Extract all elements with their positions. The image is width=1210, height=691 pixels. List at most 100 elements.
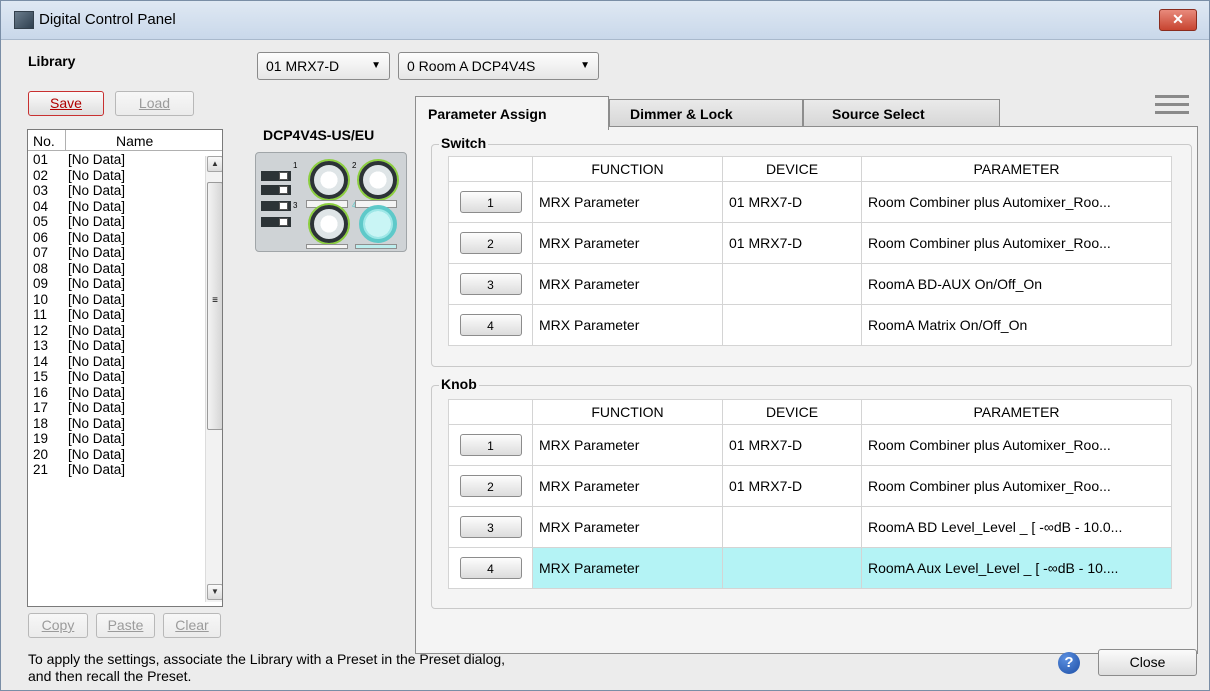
table-row[interactable]: 4 MRX Parameter RoomA Matrix On/Off_On [448, 304, 1172, 346]
parameter-cell[interactable]: Room Combiner plus Automixer_Roo... [861, 465, 1172, 507]
list-item[interactable]: 21 [No Data] [28, 462, 204, 477]
library-label: Library [28, 53, 76, 69]
function-cell[interactable]: MRX Parameter [532, 304, 723, 346]
list-item-name: [No Data] [68, 338, 126, 353]
device-cell[interactable] [722, 547, 862, 589]
list-item[interactable]: 12 [No Data] [28, 323, 204, 338]
panel-select[interactable]: 0 Room A DCP4V4S ▼ [398, 52, 599, 80]
table-row[interactable]: 2 MRX Parameter 01 MRX7-D Room Combiner plu… [448, 222, 1172, 264]
table-row[interactable]: 2 MRX Parameter 01 MRX7-D Room Combiner plu… [448, 465, 1172, 507]
list-item[interactable]: 13 [No Data] [28, 338, 204, 353]
parameter-cell[interactable]: Room Combiner plus Automixer_Roo... [861, 181, 1172, 223]
assign-button-4[interactable]: 4 [459, 314, 522, 336]
list-item[interactable]: 18 [No Data] [28, 416, 204, 431]
load-button[interactable]: Load [115, 91, 194, 116]
column-name[interactable]: Name [116, 133, 153, 149]
library-scrollbar[interactable]: ▲ ≡ ▼ [205, 156, 222, 602]
assign-button-2[interactable]: 2 [459, 232, 522, 254]
function-cell[interactable]: MRX Parameter [532, 506, 723, 548]
tab-dimmer-lock[interactable]: Dimmer & Lock [609, 99, 803, 127]
window-close-button[interactable]: ✕ [1159, 9, 1197, 31]
list-item[interactable]: 04 [No Data] [28, 199, 204, 214]
clear-button[interactable]: Clear [163, 613, 221, 638]
list-item[interactable]: 02 [No Data] [28, 168, 204, 183]
device-cell[interactable] [722, 304, 862, 346]
function-cell[interactable]: MRX Parameter [532, 222, 723, 264]
scroll-thumb[interactable]: ≡ [207, 182, 222, 430]
parameter-cell[interactable]: Room Combiner plus Automixer_Roo... [861, 222, 1172, 264]
help-icon[interactable]: ? [1058, 652, 1080, 674]
panel-label-3: 3 [293, 201, 298, 210]
list-item[interactable]: 19 [No Data] [28, 431, 204, 446]
list-item[interactable]: 07 [No Data] [28, 245, 204, 260]
app-icon [14, 11, 34, 29]
table-row[interactable]: 4 MRX Parameter RoomA Aux Level_Level _ [ … [448, 547, 1172, 589]
device-cell[interactable]: 01 MRX7-D [722, 222, 862, 264]
close-button[interactable]: Close [1098, 649, 1197, 676]
parameter-cell[interactable]: Room Combiner plus Automixer_Roo... [861, 424, 1172, 466]
list-item-no: 01 [33, 152, 49, 167]
header-parameter: PARAMETER [861, 156, 1172, 182]
device-cell[interactable]: 01 MRX7-D [722, 465, 862, 507]
device-model-label: DCP4V4S-US/EU [263, 127, 375, 143]
list-item[interactable]: 10 [No Data] [28, 292, 204, 307]
list-item[interactable]: 09 [No Data] [28, 276, 204, 291]
list-item-name: [No Data] [68, 260, 126, 276]
tab-parameter-assign[interactable]: Parameter Assign [415, 96, 609, 130]
list-item[interactable]: 20 [No Data] [28, 447, 204, 462]
column-no[interactable]: No. [33, 133, 55, 149]
function-cell[interactable]: MRX Parameter [532, 465, 723, 507]
function-cell[interactable]: MRX Parameter [532, 424, 723, 466]
assign-button-4[interactable]: 4 [459, 557, 522, 579]
scroll-down-icon[interactable]: ▼ [207, 584, 222, 600]
list-item[interactable]: 06 [No Data] [28, 230, 204, 245]
device-cell[interactable]: 01 MRX7-D [722, 424, 862, 466]
scroll-up-icon[interactable]: ▲ [207, 156, 222, 172]
table-row[interactable]: 1 MRX Parameter 01 MRX7-D Room Combiner plu… [448, 424, 1172, 466]
device-cell[interactable] [722, 506, 862, 548]
tab-source-select[interactable]: Source Select [803, 99, 1000, 127]
footer-line-1: To apply the settings, associate the Lib… [28, 651, 506, 667]
chevron-down-icon: ▼ [371, 60, 381, 71]
list-item[interactable]: 14 [No Data] [28, 354, 204, 369]
table-row[interactable]: 3 MRX Parameter RoomA BD-AUX On/Off_On [448, 263, 1172, 305]
assign-button-3[interactable]: 3 [459, 273, 522, 295]
library-list[interactable]: No. Name 01 [No Data] 02 [No Data] 03 [No Dat… [27, 129, 223, 607]
function-cell[interactable]: MRX Parameter [532, 181, 723, 223]
copy-button[interactable]: Copy [28, 613, 88, 638]
list-item[interactable]: 08 [No Data] [28, 261, 204, 276]
list-item[interactable]: 17 [No Data] [28, 400, 204, 415]
device-cell[interactable]: 01 MRX7-D [722, 181, 862, 223]
function-cell[interactable]: MRX Parameter [532, 547, 723, 589]
list-item[interactable]: 03 [No Data] [28, 183, 204, 198]
list-item-no: 19 [33, 431, 49, 446]
list-item[interactable]: 11 [No Data] [28, 307, 204, 322]
paste-button[interactable]: Paste [96, 613, 155, 638]
parameter-cell[interactable]: RoomA Matrix On/Off_On [861, 304, 1172, 346]
switch-group-title: Switch [439, 135, 489, 151]
list-item[interactable]: 01 [No Data] [28, 152, 204, 167]
assign-button-3[interactable]: 3 [459, 516, 522, 538]
device-cell[interactable] [722, 263, 862, 305]
table-row[interactable]: 3 MRX Parameter RoomA BD Level_Level _ [ -… [448, 506, 1172, 548]
list-item-name: [No Data] [68, 384, 126, 400]
assign-button-1[interactable]: 1 [459, 434, 522, 456]
list-item[interactable]: 16 [No Data] [28, 385, 204, 400]
save-button[interactable]: Save [28, 91, 104, 116]
list-item-name: [No Data] [68, 353, 126, 369]
table-row[interactable]: 1 MRX Parameter 01 MRX7-D Room Combiner plu… [448, 181, 1172, 223]
device-select[interactable]: 01 MRX7-D ▼ [257, 52, 390, 80]
hamburger-menu-icon[interactable] [1155, 95, 1189, 115]
footer-line-2: and then recall the Preset. [28, 668, 192, 684]
list-item[interactable]: 05 [No Data] [28, 214, 204, 229]
list-item[interactable]: 15 [No Data] [28, 369, 204, 384]
assign-button-1[interactable]: 1 [459, 191, 522, 213]
assign-button-2[interactable]: 2 [459, 475, 522, 497]
parameter-cell[interactable]: RoomA Aux Level_Level _ [ -∞dB - 10.... [861, 547, 1172, 589]
list-item-name: [No Data] [68, 167, 126, 183]
list-item-name: [No Data] [68, 198, 126, 214]
function-cell[interactable]: MRX Parameter [532, 263, 723, 305]
list-item-name: [No Data] [68, 229, 126, 245]
parameter-cell[interactable]: RoomA BD Level_Level _ [ -∞dB - 10.0... [861, 506, 1172, 548]
parameter-cell[interactable]: RoomA BD-AUX On/Off_On [861, 263, 1172, 305]
